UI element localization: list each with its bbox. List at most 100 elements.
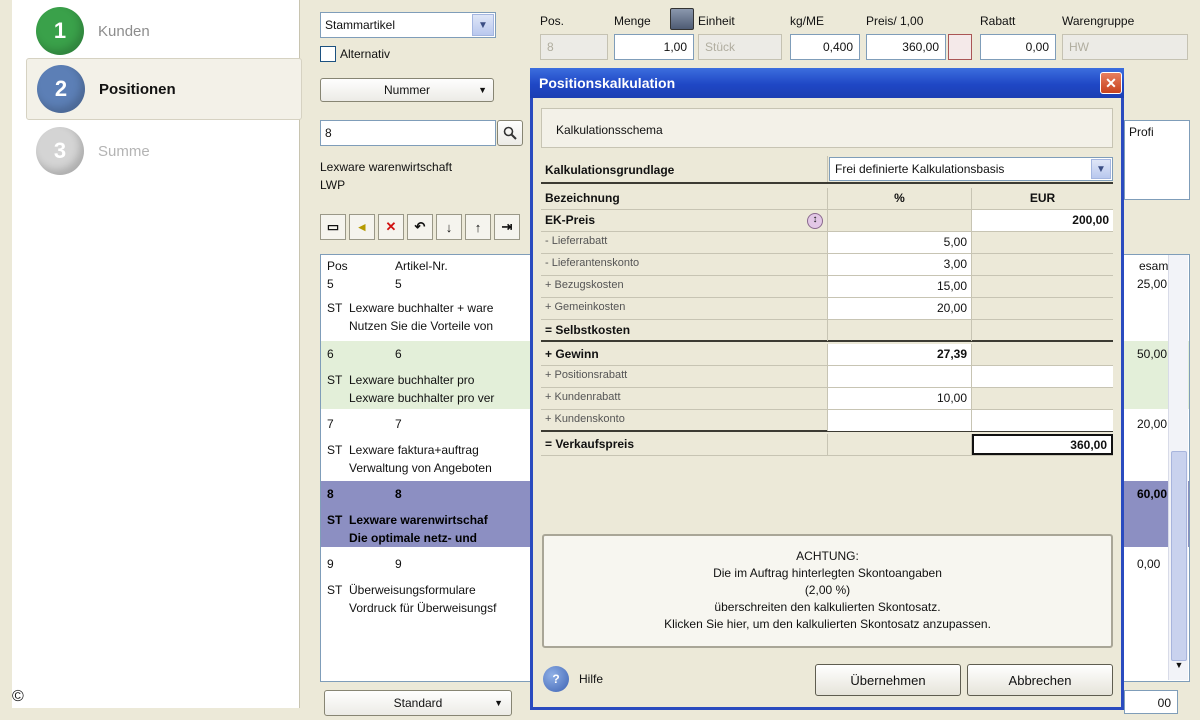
calc-row-verkaufspreis[interactable]: = Verkaufspreis 360,00 bbox=[541, 434, 1113, 456]
scroll-thumb[interactable] bbox=[1171, 451, 1187, 661]
cancel-button[interactable]: Abbrechen bbox=[967, 664, 1113, 696]
search-by-value: Nummer bbox=[383, 83, 430, 97]
rabatt-label: Rabatt bbox=[980, 14, 1016, 28]
calculator-icon[interactable] bbox=[670, 8, 694, 30]
profi-box[interactable]: Profi bbox=[1124, 120, 1190, 200]
row-type: ST bbox=[327, 443, 343, 457]
row-line1: Lexware faktura+auftrag bbox=[349, 443, 479, 457]
chevron-down-icon[interactable]: ▼ bbox=[1091, 159, 1111, 179]
row-total: 0,00 bbox=[1137, 557, 1161, 571]
search-by-select[interactable]: Nummer ▼ bbox=[320, 78, 494, 102]
row-line1: Lexware buchhalter pro bbox=[349, 373, 475, 387]
menge-field[interactable]: 1,00 bbox=[614, 34, 694, 60]
col-artikel-header: Artikel-Nr. bbox=[395, 259, 448, 273]
pos-field: 8 bbox=[540, 34, 608, 60]
article-search-input[interactable]: 8 bbox=[320, 120, 496, 146]
row-pct[interactable]: 15,00 bbox=[828, 276, 972, 297]
calc-row-selbstkosten[interactable]: = Selbstkosten bbox=[541, 320, 1113, 342]
einheit-select[interactable]: Stück bbox=[698, 34, 782, 60]
calc-row-kundenskonto[interactable]: + Kundenskonto bbox=[541, 410, 1113, 432]
row-name: + Gewinn bbox=[541, 344, 828, 365]
row-pct[interactable]: 20,00 bbox=[828, 298, 972, 319]
row-pct[interactable]: 10,00 bbox=[828, 388, 972, 409]
calc-row-kundenrabatt[interactable]: + Kundenrabatt 10,00 bbox=[541, 388, 1113, 410]
step-label: Kunden bbox=[98, 22, 150, 40]
grid-header-row: Bezeichnung % EUR bbox=[541, 188, 1113, 210]
new-icon[interactable]: ▭ bbox=[320, 214, 346, 240]
close-icon[interactable]: ✕ bbox=[1100, 72, 1122, 94]
wizard-step-summe[interactable]: 3 Summe bbox=[26, 120, 302, 182]
basis-select[interactable]: Frei definierte Kalkulationsbasis ▼ bbox=[829, 157, 1113, 181]
search-button[interactable] bbox=[497, 120, 523, 146]
preis-field[interactable]: 360,00 bbox=[866, 34, 946, 60]
alternative-checkbox-row[interactable]: Alternativ bbox=[320, 46, 390, 62]
row-total: 20,00 bbox=[1137, 417, 1168, 431]
row-pct[interactable] bbox=[828, 366, 972, 387]
row-pct[interactable]: 3,00 bbox=[828, 254, 972, 275]
row-eur[interactable]: 200,00 bbox=[972, 210, 1113, 231]
undo-icon[interactable]: ↶ bbox=[407, 214, 433, 240]
help-link[interactable]: ? Hilfe bbox=[543, 666, 603, 692]
col-name-header: Bezeichnung bbox=[541, 188, 828, 209]
help-label: Hilfe bbox=[579, 672, 604, 686]
profi-label: Profi bbox=[1129, 125, 1154, 139]
schema-label: Kalkulationsschema bbox=[556, 123, 663, 137]
article-code: LWP bbox=[320, 178, 346, 192]
wizard-step-positionen[interactable]: 2 Positionen bbox=[26, 58, 302, 120]
row-line1: Lexware buchhalter + ware bbox=[349, 301, 494, 315]
menge-label: Menge bbox=[614, 14, 651, 28]
calc-row-gewinn[interactable]: + Gewinn 27,39 bbox=[541, 344, 1113, 366]
price-calc-icon[interactable] bbox=[948, 34, 972, 60]
calc-row-gemeinkosten[interactable]: + Gemeinkosten 20,00 bbox=[541, 298, 1113, 320]
row-name: + Bezugskosten bbox=[541, 276, 828, 297]
kg-me-field[interactable]: 0,400 bbox=[790, 34, 860, 60]
basis-value: Frei definierte Kalkulationsbasis bbox=[835, 162, 1005, 176]
calculation-dialog: Positionskalkulation ✕ Kalkulationsschem… bbox=[530, 68, 1124, 710]
row-name: - Lieferrabatt bbox=[541, 232, 828, 253]
indent-icon[interactable]: ⇥ bbox=[494, 214, 520, 240]
row-eur[interactable] bbox=[972, 366, 1113, 387]
list-scrollbar[interactable]: ▼ bbox=[1168, 255, 1188, 680]
skonto-warning-box[interactable]: ACHTUNG: Die im Auftrag hinterlegten Sko… bbox=[542, 534, 1113, 648]
row-pos: 5 bbox=[327, 277, 334, 291]
row-pct[interactable]: 27,39 bbox=[828, 344, 972, 365]
move-down-icon[interactable]: ↓ bbox=[436, 214, 462, 240]
dialog-title-bar[interactable]: Positionskalkulation ✕ bbox=[530, 68, 1124, 98]
view-mode-select[interactable]: Standard ▼ bbox=[324, 690, 512, 716]
row-eur bbox=[972, 344, 1113, 365]
copyright-mark: © bbox=[12, 688, 24, 705]
chevron-down-icon: ▼ bbox=[494, 698, 503, 708]
calc-row-lieferrabatt[interactable]: - Lieferrabatt 5,00 bbox=[541, 232, 1113, 254]
chevron-down-icon[interactable]: ▼ bbox=[472, 14, 494, 36]
calc-row-lieferantenskonto[interactable]: - Lieferantenskonto 3,00 bbox=[541, 254, 1113, 276]
insert-icon[interactable]: ◂ bbox=[349, 214, 375, 240]
calc-row-positionsrabatt[interactable]: + Positionsrabatt bbox=[541, 366, 1113, 388]
ek-info-icon[interactable]: ↕ bbox=[807, 213, 823, 229]
row-total: 25,00 bbox=[1137, 277, 1168, 291]
row-line2: Vordruck für Überweisungsf bbox=[349, 601, 497, 615]
article-type-select[interactable]: Stammartikel ▼ bbox=[320, 12, 496, 38]
step-label: Positionen bbox=[99, 80, 176, 98]
row-type: ST bbox=[327, 583, 343, 597]
row-pct[interactable] bbox=[828, 410, 972, 431]
wizard-step-kunden[interactable]: 1 Kunden bbox=[26, 0, 302, 62]
alternative-label: Alternativ bbox=[340, 47, 391, 61]
rabatt-field[interactable]: 0,00 bbox=[980, 34, 1056, 60]
delete-icon[interactable]: ✕ bbox=[378, 214, 404, 240]
row-eur[interactable]: 360,00 bbox=[972, 434, 1113, 455]
move-up-icon[interactable]: ↑ bbox=[465, 214, 491, 240]
row-pct[interactable]: 5,00 bbox=[828, 232, 972, 253]
calc-row-ek-preis[interactable]: EK-Preis ↕ 200,00 bbox=[541, 210, 1113, 232]
row-pos: 6 bbox=[327, 347, 334, 361]
apply-button[interactable]: Übernehmen bbox=[815, 664, 961, 696]
alternative-checkbox[interactable] bbox=[320, 46, 336, 62]
view-mode-value: Standard bbox=[393, 696, 443, 710]
calc-row-bezugskosten[interactable]: + Bezugskosten 15,00 bbox=[541, 276, 1113, 298]
col-gesamt-header: esamt bbox=[1139, 259, 1172, 273]
help-icon[interactable]: ? bbox=[543, 666, 569, 692]
warengruppe-select[interactable]: HW bbox=[1062, 34, 1188, 60]
scroll-down-icon[interactable]: ▼ bbox=[1171, 660, 1187, 676]
step-2-icon: 2 bbox=[37, 65, 85, 113]
row-eur[interactable] bbox=[972, 410, 1113, 431]
kg-me-label: kg/ME bbox=[790, 14, 825, 28]
